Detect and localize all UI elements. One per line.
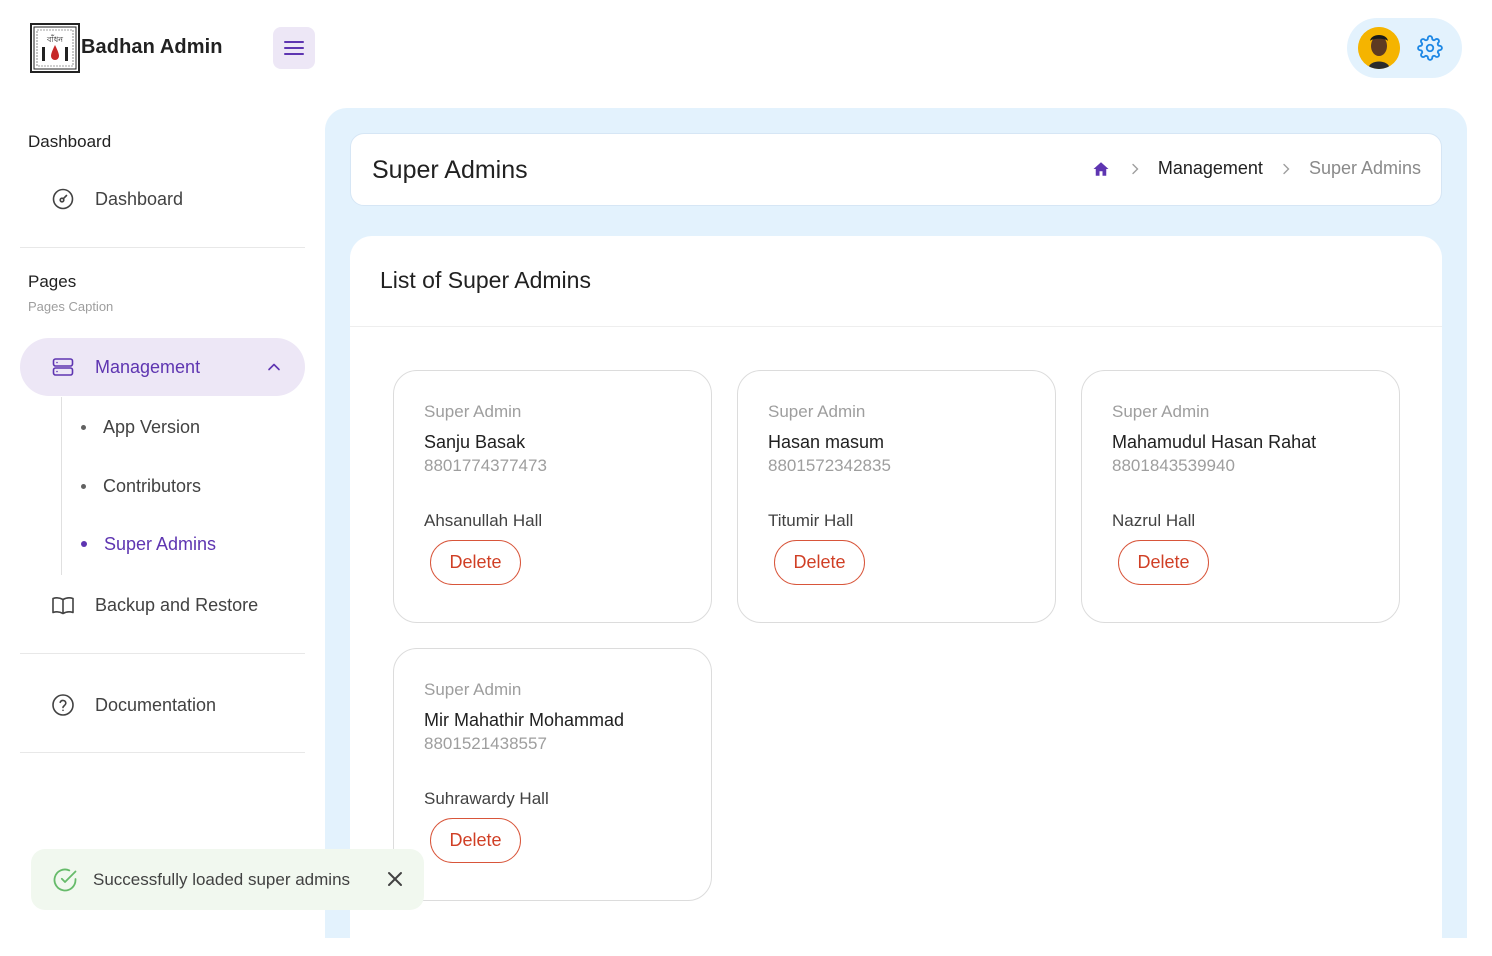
admin-role: Super Admin [768, 402, 866, 421]
breadcrumb: Management Super Admins [1092, 158, 1421, 179]
sidebar-item-label: Dashboard [95, 188, 184, 209]
admin-hall: Titumir Hall [768, 511, 854, 530]
sidebar-divider [20, 247, 305, 248]
page-title: Super Admins [372, 156, 528, 184]
bullet-dot [81, 541, 87, 547]
sidebar-subitem-super-admins[interactable]: Super Admins [70, 524, 216, 564]
admin-role: Super Admin [1112, 402, 1210, 421]
home-icon[interactable] [1092, 160, 1110, 178]
sidebar-item-label: Documentation [95, 694, 217, 715]
menu-toggle-button[interactable] [273, 27, 315, 69]
admin-phone: 8801843539940 [1112, 456, 1235, 475]
sidebar-subitem-label: Super Admins [104, 533, 217, 554]
badhan-logo[interactable]: বাঁধন [30, 23, 80, 73]
dashboard-gauge-icon [50, 186, 76, 212]
admin-hall: Nazrul Hall [1112, 511, 1196, 530]
book-open-icon [50, 592, 76, 618]
close-icon[interactable] [386, 870, 404, 888]
admin-hall: Suhrawardy Hall [424, 789, 549, 808]
brand-title: Badhan Admin [81, 36, 223, 58]
chevron-right-icon [1128, 162, 1142, 176]
sidebar-item-documentation[interactable]: Documentation [20, 676, 305, 734]
admin-card: Super Admin Mahamudul Hasan Rahat 880184… [1081, 370, 1400, 623]
admin-hall: Ahsanullah Hall [424, 511, 543, 530]
admin-role: Super Admin [424, 402, 522, 421]
sidebar: Dashboard Dashboard Pages Pages Caption … [0, 100, 325, 919]
breadcrumb-management[interactable]: Management [1158, 158, 1263, 179]
sidebar-item-label: Backup and Restore [95, 594, 259, 615]
sidebar-item-management[interactable]: Management [20, 338, 305, 396]
admin-phone: 8801572342835 [768, 456, 891, 475]
avatar[interactable] [1358, 27, 1400, 69]
sidebar-section-caption: Pages Caption [28, 299, 114, 314]
hamburger-icon [284, 41, 304, 55]
admin-card: Super Admin Mir Mahathir Mohammad 880152… [393, 648, 712, 901]
list-title: List of Super Admins [380, 267, 591, 293]
logo-text: বাঁধন [46, 34, 63, 44]
admin-card: Super Admin Sanju Basak 8801774377473 Ah… [393, 370, 712, 623]
admin-name: Sanju Basak [424, 432, 526, 452]
sidebar-section-dashboard: Dashboard [28, 132, 112, 151]
admin-card: Super Admin Hasan masum 8801572342835 Ti… [737, 370, 1056, 623]
toast-message: Successfully loaded super admins [93, 870, 351, 889]
delete-button[interactable]: Delete [1118, 540, 1209, 585]
sidebar-item-backup-restore[interactable]: Backup and Restore [20, 576, 305, 634]
admin-phone: 8801774377473 [424, 456, 547, 475]
chevron-up-icon [267, 360, 281, 374]
admin-role: Super Admin [424, 680, 522, 699]
breadcrumb-current: Super Admins [1308, 158, 1421, 178]
sidebar-section-pages: Pages [28, 272, 77, 291]
sidebar-subitem-app-version[interactable]: App Version [70, 407, 200, 447]
list-divider [350, 326, 1442, 327]
profile-chip[interactable] [1347, 18, 1462, 78]
bullet-dot [81, 483, 86, 489]
chevron-right-icon [1279, 162, 1293, 176]
sidebar-subitem-label: App Version [103, 416, 201, 437]
delete-button[interactable]: Delete [774, 540, 865, 585]
sidebar-divider [20, 653, 305, 654]
delete-button[interactable]: Delete [430, 818, 521, 863]
admin-name: Hasan masum [768, 432, 885, 452]
sidebar-item-dashboard[interactable]: Dashboard [20, 170, 305, 228]
main-content: Super Admins Management Super Admins Lis… [325, 108, 1467, 956]
submenu-guide-line [61, 397, 62, 575]
sidebar-subitem-label: Contributors [103, 475, 202, 496]
settings-gear-icon[interactable] [1417, 35, 1443, 61]
sidebar-item-label: Management [95, 356, 201, 377]
admin-name: Mahamudul Hasan Rahat [1112, 432, 1317, 452]
sidebar-divider [20, 752, 305, 753]
admin-phone: 8801521438557 [424, 734, 547, 753]
admin-name: Mir Mahathir Mohammad [424, 710, 625, 730]
top-header: বাঁধন Badhan Admin [0, 0, 1492, 100]
page-header-card: Super Admins Management Super Admins [350, 133, 1442, 206]
super-admins-list-card: List of Super Admins Super Admin Sanju B… [350, 236, 1442, 956]
delete-button[interactable]: Delete [430, 540, 521, 585]
server-icon [50, 354, 76, 380]
bullet-dot [81, 424, 86, 430]
help-circle-icon [50, 692, 76, 718]
sidebar-subitem-contributors[interactable]: Contributors [70, 466, 201, 506]
success-toast: Successfully loaded super admins [31, 849, 424, 910]
check-circle-icon [52, 867, 78, 893]
